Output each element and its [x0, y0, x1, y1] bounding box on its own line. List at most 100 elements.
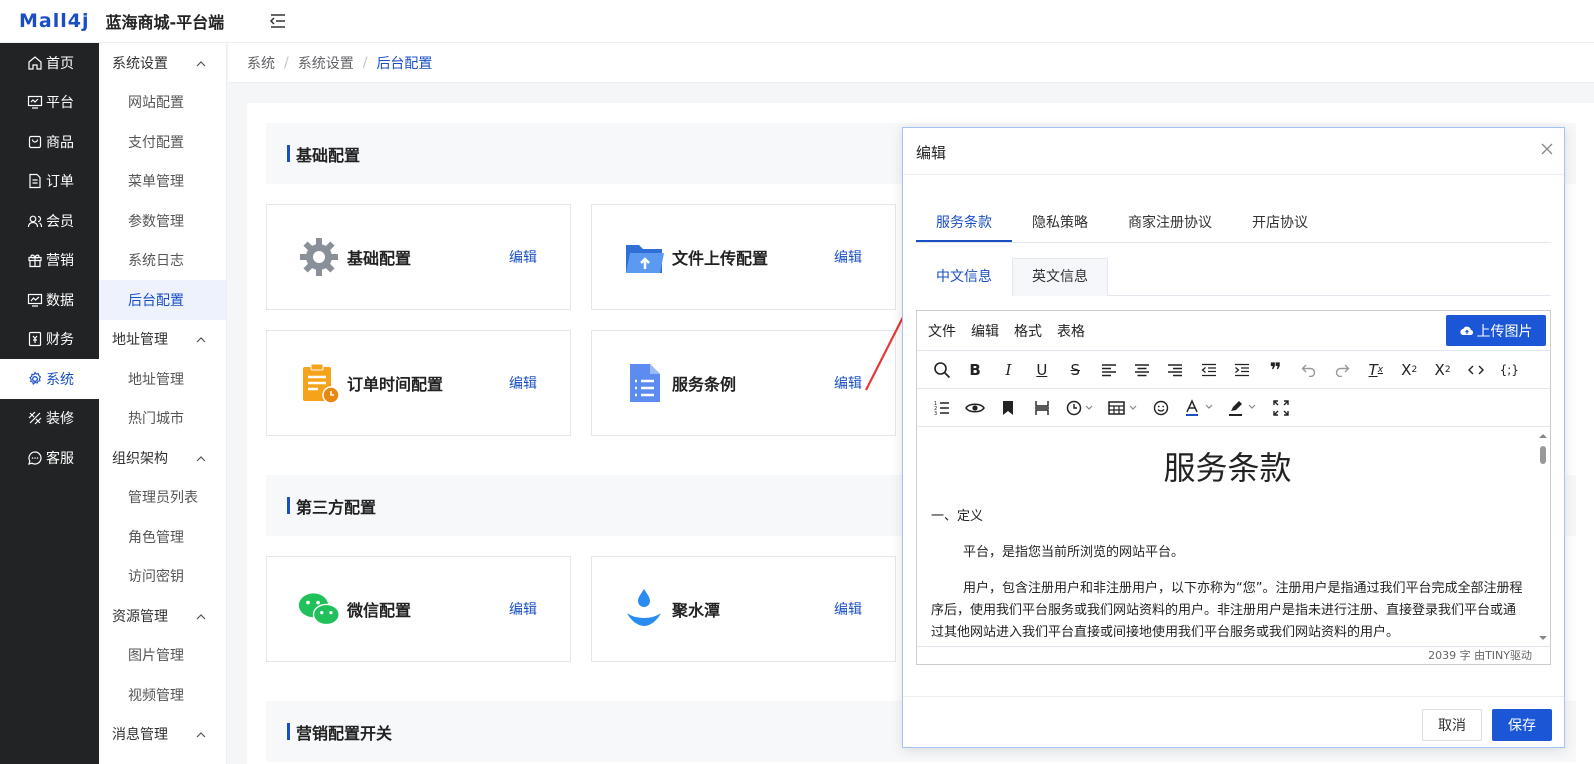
nav-item-address-manage[interactable]: 地址管理: [99, 359, 226, 399]
tab-privacy-policy[interactable]: 隐私策略: [1012, 206, 1108, 242]
upload-image-button[interactable]: 上传图片: [1446, 315, 1546, 346]
nav-group-message[interactable]: 消息管理: [99, 715, 226, 755]
nav-label: 财务: [46, 332, 74, 349]
tab-service-terms[interactable]: 服务条款: [916, 206, 1012, 242]
strikethrough-icon[interactable]: S: [1059, 356, 1092, 384]
nav-item-hot-city[interactable]: 热门城市: [99, 399, 226, 439]
order-icon: [27, 173, 43, 189]
nav-item-site-config[interactable]: 网站配置: [99, 83, 226, 123]
clipboard-clock-icon: [297, 361, 341, 405]
align-center-icon[interactable]: [1125, 356, 1158, 384]
outdent-icon[interactable]: [1192, 356, 1225, 384]
nav-item-backend-config[interactable]: 后台配置: [99, 280, 226, 320]
code-sample-icon[interactable]: {;}: [1493, 356, 1526, 384]
numbered-list-icon[interactable]: 123: [925, 394, 958, 422]
nav-item-member[interactable]: 会员: [0, 201, 99, 241]
svg-text:3: 3: [934, 411, 937, 416]
nav-item-image-manage[interactable]: 图片管理: [99, 636, 226, 676]
breadcrumb-item[interactable]: 系统设置: [298, 53, 354, 73]
breadcrumb-separator: /: [362, 54, 368, 71]
nav-item-access-key[interactable]: 访问密钥: [99, 557, 226, 597]
nav-item-admin-list[interactable]: 管理员列表: [99, 478, 226, 518]
editor-menubar: 文件 编辑 格式 表格 上传图片: [917, 311, 1550, 351]
editor-scrollbar[interactable]: [1536, 428, 1550, 648]
tab-merchant-agreement[interactable]: 商家注册协议: [1108, 206, 1232, 242]
edit-button[interactable]: 编辑: [834, 373, 862, 393]
nav-item-service[interactable]: 客服: [0, 438, 99, 478]
highlight-color-icon[interactable]: [1221, 394, 1264, 422]
nav-label: 会员: [46, 213, 74, 230]
nav-item-menu-manage[interactable]: 菜单管理: [99, 162, 226, 202]
redo-icon[interactable]: [1326, 356, 1359, 384]
nav-item-param-manage[interactable]: 参数管理: [99, 201, 226, 241]
cancel-button[interactable]: 取消: [1422, 709, 1482, 741]
italic-icon[interactable]: I: [992, 356, 1025, 384]
edit-button[interactable]: 编辑: [834, 247, 862, 267]
nav-group-org[interactable]: 组织架构: [99, 438, 226, 478]
preview-eye-icon[interactable]: [958, 394, 991, 422]
nav-item-video-manage[interactable]: 视频管理: [99, 675, 226, 715]
text-color-icon[interactable]: [1178, 394, 1221, 422]
save-button[interactable]: 保存: [1492, 709, 1552, 741]
datetime-icon[interactable]: [1059, 394, 1102, 422]
nav-item-platform[interactable]: 平台: [0, 83, 99, 123]
tab-english-info[interactable]: 英文信息: [1012, 258, 1108, 296]
group-label: 系统设置: [112, 55, 168, 72]
menu-format[interactable]: 格式: [1014, 321, 1042, 341]
nav-item-data[interactable]: 数据: [0, 280, 99, 320]
align-right-icon[interactable]: [1159, 356, 1192, 384]
nav-item-marketing[interactable]: 营销: [0, 241, 99, 281]
superscript-icon[interactable]: X2: [1426, 356, 1459, 384]
indent-icon[interactable]: [1226, 356, 1259, 384]
nav-item-finance[interactable]: 财务: [0, 320, 99, 360]
document-paragraph: 用户，包含注册用户和非注册用户，以下亦称为“您”。注册用户是指通过我们平台完成全…: [931, 581, 1523, 640]
document-list-icon: [622, 361, 666, 405]
underline-icon[interactable]: U: [1025, 356, 1058, 384]
breadcrumb-item[interactable]: 系统: [247, 53, 275, 73]
clear-format-icon[interactable]: Tx: [1359, 356, 1392, 384]
editor-content[interactable]: 服务条款 一、定义 平台，是指您当前所浏览的网站平台。 用户，包含注册用户和非注…: [917, 428, 1538, 648]
nav-item-pay-config[interactable]: 支付配置: [99, 122, 226, 162]
align-left-icon[interactable]: [1092, 356, 1125, 384]
nav-group-system-settings[interactable]: 系统设置: [99, 43, 226, 83]
logo: Mall4j: [19, 10, 90, 32]
menu-collapse-icon[interactable]: [268, 11, 288, 31]
blockquote-icon[interactable]: ❞: [1259, 356, 1292, 384]
home-icon: [27, 55, 43, 71]
nav-item-role-manage[interactable]: 角色管理: [99, 517, 226, 557]
nav-item-home[interactable]: 首页: [0, 43, 99, 83]
emoji-icon[interactable]: [1145, 394, 1178, 422]
table-icon[interactable]: [1102, 394, 1145, 422]
edit-button[interactable]: 编辑: [834, 599, 862, 619]
nav-item-goods[interactable]: 商品: [0, 122, 99, 162]
nav-item-system[interactable]: 系统: [0, 359, 99, 399]
menu-file[interactable]: 文件: [928, 321, 956, 341]
chevron-up-icon: [196, 726, 206, 742]
nav-item-order[interactable]: 订单: [0, 162, 99, 202]
edit-button[interactable]: 编辑: [509, 599, 537, 619]
subscript-icon[interactable]: X2: [1392, 356, 1425, 384]
menu-table[interactable]: 表格: [1057, 321, 1085, 341]
close-icon[interactable]: [1540, 142, 1554, 156]
bold-icon[interactable]: B: [958, 356, 991, 384]
nav-group-address[interactable]: 地址管理: [99, 320, 226, 360]
tab-chinese-info[interactable]: 中文信息: [916, 258, 1012, 296]
page-break-icon[interactable]: [1025, 394, 1058, 422]
nav-label: 客服: [46, 450, 74, 467]
gear-icon: [297, 235, 341, 279]
tab-shop-agreement[interactable]: 开店协议: [1232, 206, 1328, 242]
menu-edit[interactable]: 编辑: [971, 321, 999, 341]
edit-button[interactable]: 编辑: [509, 247, 537, 267]
search-icon[interactable]: [925, 356, 958, 384]
nav-item-system-log[interactable]: 系统日志: [99, 241, 226, 281]
edit-button[interactable]: 编辑: [509, 373, 537, 393]
nav-label: 首页: [46, 55, 74, 72]
bookmark-icon[interactable]: [992, 394, 1025, 422]
code-icon[interactable]: [1459, 356, 1492, 384]
nav-group-resource[interactable]: 资源管理: [99, 596, 226, 636]
nav-item-decorate[interactable]: 装修: [0, 399, 99, 439]
undo-icon[interactable]: [1292, 356, 1325, 384]
nav-label: 订单: [46, 174, 74, 191]
fullscreen-icon[interactable]: [1264, 394, 1297, 422]
breadcrumb: 系统 / 系统设置 / 后台配置: [228, 43, 1594, 83]
